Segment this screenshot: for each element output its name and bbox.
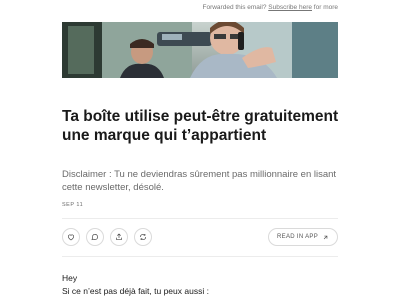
share-button[interactable] bbox=[110, 228, 128, 246]
divider-top bbox=[62, 218, 338, 219]
hero-photo bbox=[62, 22, 338, 78]
share-icon bbox=[116, 233, 122, 240]
restack-icon bbox=[140, 234, 146, 240]
post-body: Hey Si ce n’est pas déjà fait, tu peux a… bbox=[62, 272, 352, 297]
forwarded-notice: Forwarded this email? Subscribe here for… bbox=[202, 4, 338, 11]
arrow-up-right-icon bbox=[323, 235, 328, 239]
post-title: Ta boîte utilise peut-être gratuitement … bbox=[62, 108, 339, 144]
forwarded-suffix: for more bbox=[313, 4, 338, 11]
post-subtitle: Disclaimer : Tu ne deviendras sûrement p… bbox=[62, 169, 337, 193]
read-in-app-button[interactable]: READ IN APP bbox=[268, 228, 338, 246]
restack-button[interactable] bbox=[134, 228, 152, 246]
body-greeting: Hey bbox=[62, 273, 78, 283]
divider-bottom bbox=[62, 256, 338, 257]
forwarded-prefix: Forwarded this email? bbox=[202, 4, 267, 11]
like-button[interactable] bbox=[62, 228, 80, 246]
comment-button[interactable] bbox=[86, 228, 104, 246]
post-actions-bar: READ IN APP bbox=[62, 228, 338, 246]
body-line-1: Si ce n’est pas déjà fait, tu peux aussi… bbox=[62, 285, 209, 296]
post-date: SEP 11 bbox=[62, 202, 84, 208]
comment-icon bbox=[91, 234, 98, 241]
read-in-app-label: READ IN APP bbox=[277, 234, 318, 240]
hero-image bbox=[62, 22, 338, 78]
heart-icon bbox=[67, 234, 75, 241]
subscribe-link[interactable]: Subscribe here bbox=[268, 4, 312, 11]
